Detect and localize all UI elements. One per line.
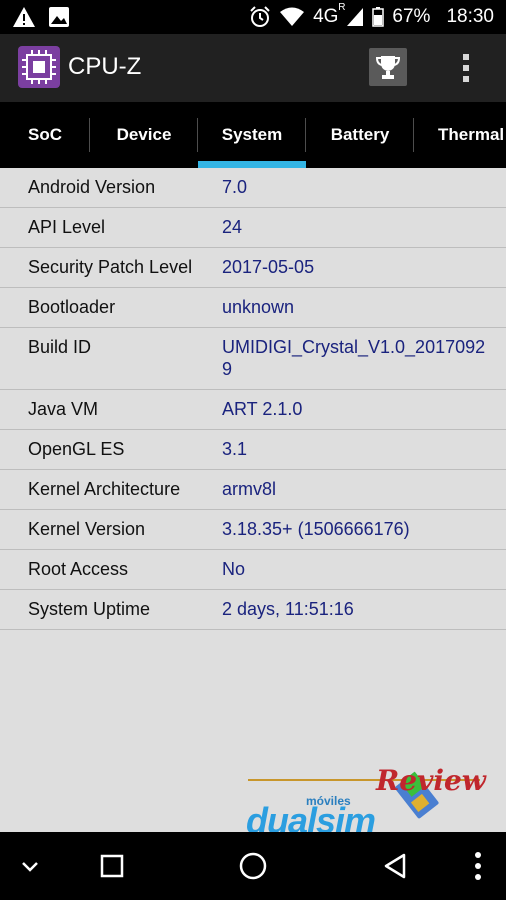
home-icon[interactable] — [228, 832, 278, 900]
info-row-security-patch: Security Patch Level 2017-05-05 — [0, 248, 506, 288]
clock: 18:30 — [446, 6, 494, 27]
tab-label: Device — [116, 125, 172, 144]
info-key: Java VM — [28, 399, 99, 419]
recents-icon[interactable] — [88, 832, 136, 900]
info-row-java-vm: Java VM ART 2.1.0 — [0, 390, 506, 430]
cpu-chip-icon — [18, 46, 60, 88]
info-value: 3.18.35+ (1506666176) — [222, 519, 410, 539]
tab-system[interactable]: System — [198, 102, 306, 168]
info-row-kernel-version: Kernel Version 3.18.35+ (1506666176) — [0, 510, 506, 550]
battery-icon — [372, 7, 385, 27]
tab-soc[interactable]: SoC — [0, 102, 90, 168]
roaming-label: R — [338, 2, 346, 13]
info-key: API Level — [28, 217, 106, 237]
signal-icon — [346, 7, 364, 27]
info-key: Kernel Architecture — [28, 479, 181, 499]
info-row-api-level: API Level 24 — [0, 208, 506, 248]
info-row-build-id: Build ID UMIDIGI_Crystal_V1.0_2017092 9 — [0, 328, 506, 390]
alarm-icon — [249, 6, 271, 28]
tab-label: Battery — [330, 125, 390, 144]
tab-thermal[interactable]: Thermal — [414, 102, 506, 168]
watermark-script: Review — [376, 764, 486, 797]
battery-percent: 67% — [392, 6, 431, 27]
collapse-icon[interactable] — [8, 832, 52, 900]
tab-bar: SoC Device System Battery Thermal — [0, 102, 506, 168]
network-type: 4G R — [313, 2, 345, 28]
info-key: Security Patch Level — [28, 257, 193, 277]
info-key: Build ID — [28, 337, 92, 357]
system-info-list[interactable]: Android Version 7.0 API Level 24 Securit… — [0, 168, 506, 832]
overflow-menu-icon[interactable] — [456, 50, 476, 86]
info-key: Root Access — [28, 559, 129, 579]
info-value: 24 — [222, 217, 243, 237]
info-key: Bootloader — [28, 297, 116, 317]
network-label: 4G — [313, 6, 339, 27]
app-bar: CPU-Z — [0, 34, 506, 102]
info-value: UMIDIGI_Crystal_V1.0_2017092 9 — [222, 337, 486, 379]
info-row-android-version: Android Version 7.0 — [0, 168, 506, 208]
wifi-icon — [279, 7, 305, 27]
info-key: OpenGL ES — [28, 439, 125, 459]
tab-label: SoC — [28, 125, 62, 144]
info-value: 2017-05-05 — [222, 257, 315, 277]
trophy-icon[interactable] — [369, 48, 407, 86]
back-icon[interactable] — [370, 832, 420, 900]
info-key: Kernel Version — [28, 519, 146, 539]
info-key: Android Version — [28, 177, 156, 197]
info-row-system-uptime: System Uptime 2 days, 11:51:16 — [0, 590, 506, 630]
more-icon[interactable] — [462, 832, 494, 900]
info-row-opengl-es: OpenGL ES 3.1 — [0, 430, 506, 470]
image-icon — [48, 6, 70, 28]
tab-battery[interactable]: Battery — [306, 102, 414, 168]
info-value: 2 days, 11:51:16 — [222, 599, 354, 619]
active-tab-indicator — [198, 161, 306, 168]
info-key: System Uptime — [28, 599, 151, 619]
info-value: 7.0 — [222, 177, 248, 197]
tab-device[interactable]: Device — [90, 102, 198, 168]
info-row-kernel-architecture: Kernel Architecture armv8l — [0, 470, 506, 510]
info-value: ART 2.1.0 — [222, 399, 303, 419]
navigation-bar — [0, 832, 506, 900]
info-value: No — [222, 559, 246, 579]
info-value: unknown — [222, 297, 295, 317]
app-title: CPU-Z — [68, 53, 142, 80]
status-bar: 4G R 67% 18:30 — [0, 0, 506, 34]
info-value: 3.1 — [222, 439, 248, 459]
tab-label: Thermal — [438, 125, 505, 144]
info-row-root-access: Root Access No — [0, 550, 506, 590]
tab-label: System — [221, 125, 283, 144]
info-row-bootloader: Bootloader unknown — [0, 288, 506, 328]
info-value: armv8l — [222, 479, 277, 499]
warning-icon — [12, 6, 36, 28]
